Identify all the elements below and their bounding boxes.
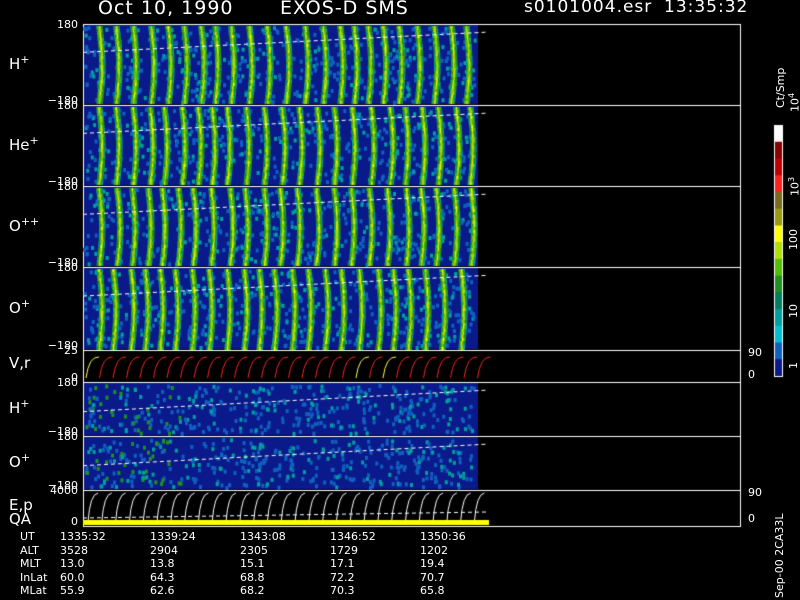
ephemeris-value: 1346:52 bbox=[330, 530, 376, 543]
panel-label-sup: + bbox=[20, 52, 30, 66]
panel-right-top-tick: 90 bbox=[748, 346, 762, 359]
ephemeris-label: MLT bbox=[20, 557, 41, 570]
panel-label-text: H bbox=[9, 54, 21, 73]
panel-bottom-tick: 0 bbox=[71, 515, 78, 528]
panel-top-tick: 180 bbox=[57, 18, 78, 31]
panel-label-sup: + bbox=[20, 296, 31, 310]
panel-label-5: H+ bbox=[9, 397, 30, 417]
colorbar-tick: 100 bbox=[787, 229, 800, 250]
panel-right-bottom-tick: 0 bbox=[748, 512, 755, 525]
spectrogram-canvas bbox=[0, 0, 800, 600]
ephemeris-value: 1202 bbox=[420, 543, 448, 557]
panel-label-sup: + bbox=[20, 397, 30, 410]
instrument-title: EXOS-D SMS bbox=[280, 0, 409, 19]
colorbar-tick: 10 bbox=[787, 304, 800, 318]
ephemeris-value: 3528 bbox=[60, 543, 88, 557]
ephemeris-label: UT bbox=[20, 530, 35, 543]
ephemeris-value: 70.3 bbox=[330, 584, 355, 597]
ephemeris-value: 2904 bbox=[150, 543, 178, 557]
ephemeris-value: 72.2 bbox=[330, 570, 355, 584]
panel-label-1: He+ bbox=[9, 134, 39, 154]
panel-label-text: V,r bbox=[9, 354, 31, 372]
ephemeris-value: 2305 bbox=[240, 543, 268, 557]
ephemeris-value: 64.3 bbox=[150, 570, 175, 584]
ephemeris-value: 55.9 bbox=[60, 584, 85, 597]
ephemeris-value: 19.4 bbox=[420, 557, 445, 570]
panel-label-text: O bbox=[9, 216, 21, 235]
panel-label-sup: + bbox=[20, 451, 31, 464]
ephemeris-value: 1339:24 bbox=[150, 530, 196, 543]
panel-label-text: O bbox=[9, 298, 21, 317]
ephemeris-value: 70.7 bbox=[420, 570, 445, 584]
panel-top-tick: 180 bbox=[57, 99, 78, 112]
footer-note: Sep-00 2CA33L bbox=[773, 513, 786, 598]
colorbar-tick: 1 bbox=[787, 362, 800, 369]
ephemeris-value: 1343:08 bbox=[240, 530, 286, 543]
ephemeris-value: 68.2 bbox=[240, 584, 265, 597]
panel-right-bottom-tick: 0 bbox=[748, 368, 755, 381]
ephemeris-label: InLat bbox=[20, 570, 48, 584]
panel-top-tick: 25 bbox=[64, 344, 78, 357]
ephemeris-value: 17.1 bbox=[330, 557, 355, 570]
panel-top-tick: 180 bbox=[57, 261, 78, 274]
panel-label-2: O++ bbox=[9, 215, 39, 235]
panel-label-6: O+ bbox=[9, 451, 30, 471]
panel-label-text: He bbox=[9, 135, 30, 154]
panel-label-3: O+ bbox=[9, 297, 30, 317]
ephemeris-value: 65.8 bbox=[420, 584, 445, 597]
header-time: 13:35:32 bbox=[664, 0, 749, 17]
panel-top-tick: 180 bbox=[57, 430, 78, 443]
ephemeris-value: 1729 bbox=[330, 543, 358, 557]
ephemeris-value: 62.6 bbox=[150, 584, 175, 597]
file-name: s0101004.esr bbox=[524, 0, 653, 17]
panel-label-0: H+ bbox=[9, 53, 30, 73]
colorbar-tick: 103 bbox=[787, 176, 800, 196]
panel-right-top-tick: 90 bbox=[748, 486, 762, 499]
ephemeris-value: 1350:36 bbox=[420, 530, 466, 543]
panel-label-sup: + bbox=[29, 133, 39, 147]
panel-label-text: H bbox=[9, 399, 21, 417]
ephemeris-value: 1335:32 bbox=[60, 530, 106, 543]
ephemeris-value: 13.8 bbox=[150, 557, 175, 570]
ephemeris-value: 68.8 bbox=[240, 570, 265, 584]
colorbar-unit: Ct/Smp bbox=[774, 67, 787, 108]
panel-top-tick: 4000 bbox=[50, 484, 78, 497]
ephemeris-label: MLat bbox=[20, 584, 47, 597]
panel-label-4: V,r bbox=[9, 354, 30, 372]
panel-label-sup: ++ bbox=[20, 214, 40, 228]
ephemeris-label: ALT bbox=[20, 543, 39, 557]
colorbar-tick: 104 bbox=[787, 92, 800, 112]
qa-label: QA bbox=[9, 510, 32, 528]
date-title: Oct 10, 1990 bbox=[98, 0, 234, 19]
panel-top-tick: 180 bbox=[57, 180, 78, 193]
ephemeris-value: 13.0 bbox=[60, 557, 85, 570]
ephemeris-value: 15.1 bbox=[240, 557, 265, 570]
panel-top-tick: 180 bbox=[57, 376, 78, 389]
ephemeris-value: 60.0 bbox=[60, 570, 85, 584]
panel-label-text: O bbox=[9, 453, 21, 471]
